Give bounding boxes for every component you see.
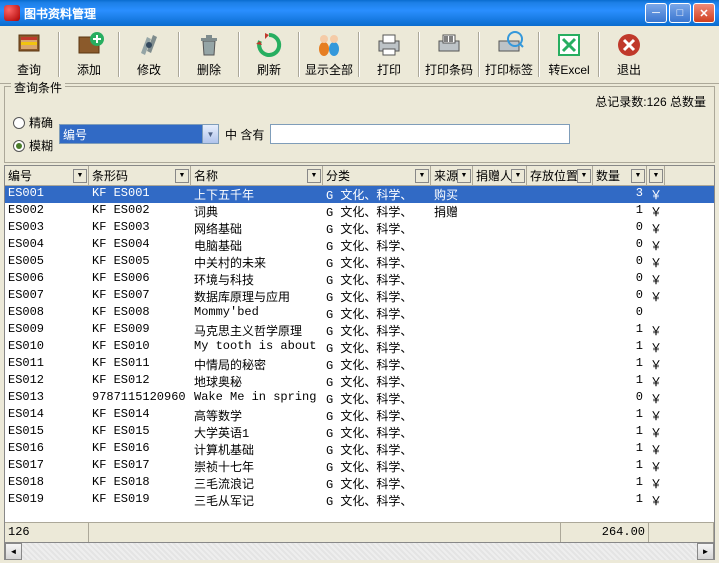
- add-icon: [73, 31, 105, 59]
- filter-dropdown-icon[interactable]: ▼: [73, 169, 87, 183]
- toolbar: 查询添加修改删除刷新显示全部打印打印条码打印标签转Excel退出: [0, 26, 719, 84]
- filter-dropdown-icon[interactable]: ▼: [631, 169, 645, 183]
- exit-icon: [613, 31, 645, 59]
- filter-dropdown-icon[interactable]: ▼: [511, 169, 525, 183]
- column-header[interactable]: 数量▼: [593, 166, 647, 185]
- toolbtn-refresh[interactable]: 刷新: [242, 28, 296, 81]
- table-row[interactable]: ES012KF ES012地球奥秘G 文化、科学、1￥: [5, 373, 714, 390]
- table-row[interactable]: ES004KF ES004电脑基础G 文化、科学、0￥: [5, 237, 714, 254]
- print-barcode-icon: [433, 31, 465, 59]
- table-row[interactable]: ES010KF ES010My tooth is aboutG 文化、科学、1￥: [5, 339, 714, 356]
- filter-legend: 查询条件: [11, 79, 65, 96]
- print-icon: [373, 31, 405, 59]
- filter-dropdown-icon[interactable]: ▼: [649, 169, 663, 183]
- horizontal-scrollbar[interactable]: ◄ ►: [4, 543, 715, 560]
- radio-exact[interactable]: 精确: [13, 114, 53, 131]
- scroll-left-button[interactable]: ◄: [5, 543, 22, 560]
- column-header[interactable]: 价▼: [647, 166, 665, 185]
- footer-count: 126: [5, 523, 89, 542]
- table-row[interactable]: ES002KF ES002词典G 文化、科学、捐赠1￥: [5, 203, 714, 220]
- filter-group: 查询条件 总记录数:126 总数量 精确 模糊 编号 ▼ 中 含有: [4, 86, 715, 163]
- scroll-right-button[interactable]: ►: [697, 543, 714, 560]
- edit-icon: [133, 31, 165, 59]
- table-row[interactable]: ES017KF ES017崇祯十七年G 文化、科学、1￥: [5, 458, 714, 475]
- column-header[interactable]: 编号▼: [5, 166, 89, 185]
- column-header[interactable]: 来源▼: [431, 166, 473, 185]
- table-row[interactable]: ES006KF ES006环境与科技G 文化、科学、0￥: [5, 271, 714, 288]
- titlebar: 图书资料管理 ─ □ ✕: [0, 0, 719, 26]
- table-row[interactable]: ES001KF ES001上下五千年G 文化、科学、购买3￥: [5, 186, 714, 203]
- print-label-icon: [493, 31, 525, 59]
- app-icon: [4, 5, 20, 21]
- search-input[interactable]: [270, 124, 570, 144]
- filter-dropdown-icon[interactable]: ▼: [415, 169, 429, 183]
- grid-footer: 126 264.00: [5, 522, 714, 542]
- window-title: 图书资料管理: [24, 5, 645, 22]
- filter-dropdown-icon[interactable]: ▼: [175, 169, 189, 183]
- excel-icon: [553, 31, 585, 59]
- showall-icon: [313, 31, 345, 59]
- toolbtn-print[interactable]: 打印: [362, 28, 416, 81]
- toolbtn-exit[interactable]: 退出: [602, 28, 656, 81]
- delete-icon: [193, 31, 225, 59]
- column-header[interactable]: 名称▼: [191, 166, 323, 185]
- toolbtn-add[interactable]: 添加: [62, 28, 116, 81]
- table-row[interactable]: ES011KF ES011中情局的秘密G 文化、科学、1￥: [5, 356, 714, 373]
- search-icon: [13, 31, 45, 59]
- record-summary: 总记录数:126 总数量: [595, 93, 706, 110]
- grid-header: 编号▼条形码▼名称▼分类▼来源▼捐赠人▼存放位置▼数量▼价▼: [5, 166, 714, 186]
- table-row[interactable]: ES008KF ES008Mommy'bedG 文化、科学、0: [5, 305, 714, 322]
- table-row[interactable]: ES018KF ES018三毛流浪记G 文化、科学、1￥: [5, 475, 714, 492]
- toolbtn-excel[interactable]: 转Excel: [542, 28, 596, 81]
- radio-fuzzy[interactable]: 模糊: [13, 137, 53, 154]
- chevron-down-icon: ▼: [202, 125, 218, 143]
- refresh-icon: [253, 31, 285, 59]
- filter-dropdown-icon[interactable]: ▼: [577, 169, 591, 183]
- column-header[interactable]: 分类▼: [323, 166, 431, 185]
- filter-mid-label: 中 含有: [225, 126, 264, 143]
- table-row[interactable]: ES014KF ES014高等数学G 文化、科学、1￥: [5, 407, 714, 424]
- table-row[interactable]: ES005KF ES005中关村的未来G 文化、科学、0￥: [5, 254, 714, 271]
- minimize-button[interactable]: ─: [645, 3, 667, 23]
- table-row[interactable]: ES003KF ES003网络基础G 文化、科学、0￥: [5, 220, 714, 237]
- table-row[interactable]: ES009KF ES009马克思主义哲学原理G 文化、科学、1￥: [5, 322, 714, 339]
- filter-dropdown-icon[interactable]: ▼: [457, 169, 471, 183]
- table-row[interactable]: ES0139787115120960Wake Me in springG 文化、…: [5, 390, 714, 407]
- table-row[interactable]: ES019KF ES019三毛从军记G 文化、科学、1￥: [5, 492, 714, 509]
- toolbtn-search[interactable]: 查询: [2, 28, 56, 81]
- maximize-button[interactable]: □: [669, 3, 691, 23]
- table-row[interactable]: ES007KF ES007数据库原理与应用G 文化、科学、0￥: [5, 288, 714, 305]
- toolbtn-print-label[interactable]: 打印标签: [482, 28, 536, 81]
- toolbtn-delete[interactable]: 删除: [182, 28, 236, 81]
- column-header[interactable]: 条形码▼: [89, 166, 191, 185]
- toolbtn-showall[interactable]: 显示全部: [302, 28, 356, 81]
- footer-total: 264.00: [561, 523, 649, 542]
- close-button[interactable]: ✕: [693, 3, 715, 23]
- filter-dropdown-icon[interactable]: ▼: [307, 169, 321, 183]
- table-row[interactable]: ES016KF ES016计算机基础G 文化、科学、1￥: [5, 441, 714, 458]
- grid-body[interactable]: ES001KF ES001上下五千年G 文化、科学、购买3￥ES002KF ES…: [5, 186, 714, 522]
- column-header[interactable]: 捐赠人▼: [473, 166, 527, 185]
- toolbtn-edit[interactable]: 修改: [122, 28, 176, 81]
- toolbtn-print-barcode[interactable]: 打印条码: [422, 28, 476, 81]
- column-header[interactable]: 存放位置▼: [527, 166, 593, 185]
- data-grid[interactable]: 编号▼条形码▼名称▼分类▼来源▼捐赠人▼存放位置▼数量▼价▼ ES001KF E…: [4, 165, 715, 543]
- table-row[interactable]: ES015KF ES015大学英语1G 文化、科学、1￥: [5, 424, 714, 441]
- field-combo[interactable]: 编号 ▼: [59, 124, 219, 144]
